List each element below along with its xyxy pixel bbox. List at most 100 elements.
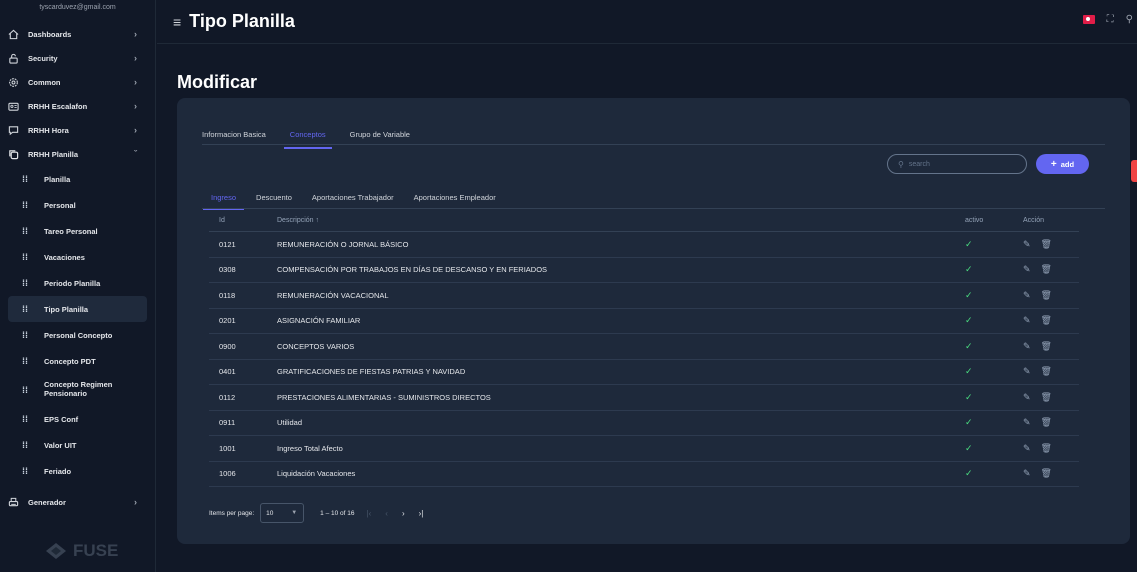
edit-icon[interactable]: ✎ — [1023, 290, 1031, 301]
sidebar-item-label: RRHH Planilla — [28, 149, 79, 159]
trash-icon[interactable]: 🗑 — [1041, 392, 1052, 403]
grid-icon: ⁞⁞ — [22, 440, 28, 450]
copy-icon — [6, 147, 20, 161]
trash-icon[interactable]: 🗑 — [1041, 239, 1052, 250]
table-row: 0911 Utilidad ✓ ✎ 🗑 — [209, 411, 1079, 436]
sidebar-item-rrhh-hora[interactable]: RRHH Hora › — [0, 118, 155, 142]
sidebar-subitem-concepto-regimen[interactable]: ⁞⁞ Concepto Regimen Pensionario — [8, 374, 147, 406]
chevron-right-icon: › — [134, 101, 137, 111]
edit-icon[interactable]: ✎ — [1023, 468, 1031, 479]
sidebar-subitem-label: Feriado — [44, 466, 72, 476]
tab-conceptos[interactable]: Conceptos — [283, 130, 332, 149]
search-icon[interactable]: ⚲ — [1126, 14, 1133, 25]
table-row: 0121 REMUNERACIÓN O JORNAL BÁSICO ✓ ✎ 🗑 — [209, 232, 1079, 258]
settings-drawer-tab[interactable] — [1131, 160, 1137, 182]
table-row: 0201 ASIGNACIÓN FAMILIAR ✓ ✎ 🗑 — [209, 309, 1079, 334]
column-header-id[interactable]: Id — [209, 217, 277, 224]
check-icon: ✓ — [965, 264, 973, 275]
chevron-right-icon: › — [134, 29, 137, 39]
edit-icon[interactable]: ✎ — [1023, 239, 1031, 250]
cell-id: 0900 — [219, 341, 236, 351]
cell-descripcion: Utilidad — [277, 418, 303, 428]
sidebar-item-generador[interactable]: Generador › — [0, 490, 155, 514]
fullscreen-icon[interactable]: ⛶ — [1107, 14, 1114, 25]
sidebar-item-common[interactable]: Common › — [0, 70, 155, 94]
sidebar-subitem-concepto-pdt[interactable]: ⁞⁞ Concepto PDT — [8, 348, 147, 374]
column-header-activo[interactable]: activo — [965, 217, 1023, 224]
check-icon: ✓ — [965, 366, 973, 377]
sidebar-subitem-feriado[interactable]: ⁞⁞ Feriado — [8, 458, 147, 484]
topbar: ≡ Tipo Planilla ⛶ ⚲ — [157, 0, 1137, 44]
edit-icon[interactable]: ✎ — [1023, 417, 1031, 428]
sidebar: tyscarduvez@gmail.com Dashboards › Secur… — [0, 0, 156, 572]
sidebar-item-rrhh-escalafon[interactable]: RRHH Escalafon › — [0, 94, 155, 118]
last-page-icon[interactable]: ›| — [419, 509, 424, 518]
chat-icon — [6, 123, 20, 137]
grid-icon: ⁞⁞ — [22, 200, 28, 210]
tab-grupo-variable[interactable]: Grupo de Variable — [350, 130, 410, 149]
trash-icon[interactable]: 🗑 — [1041, 468, 1052, 479]
trash-icon[interactable]: 🗑 — [1041, 366, 1052, 377]
grid-icon: ⁞⁞ — [22, 174, 28, 184]
page-size-select[interactable]: 10 ▼ — [260, 503, 305, 523]
chevron-down-icon: ▼ — [291, 510, 298, 516]
main-tabs: Informacion Basica Conceptos Grupo de Va… — [202, 130, 410, 149]
edit-icon[interactable]: ✎ — [1023, 392, 1031, 403]
search-icon: ⚲ — [898, 159, 904, 169]
gear-icon — [6, 75, 20, 89]
cell-id: 0911 — [219, 418, 236, 428]
trash-icon[interactable]: 🗑 — [1041, 417, 1052, 428]
grid-icon: ⁞⁞ — [22, 356, 28, 366]
edit-icon[interactable]: ✎ — [1023, 264, 1031, 275]
sidebar-item-label: Security — [28, 53, 58, 63]
table-row: 0112 PRESTACIONES ALIMENTARIAS - SUMINIST… — [209, 385, 1079, 411]
language-flag-icon[interactable] — [1082, 15, 1095, 24]
sidebar-subitem-periodo-planilla[interactable]: ⁞⁞ Periodo Planilla — [8, 270, 147, 296]
tab-informacion-basica[interactable]: Informacion Basica — [202, 130, 266, 149]
column-header-descripcion[interactable]: Descripción ↑ — [277, 217, 965, 224]
sidebar-subitem-tipo-planilla[interactable]: ⁞⁞ Tipo Planilla — [8, 296, 147, 322]
items-per-page-label: Items per page: — [209, 509, 255, 517]
trash-icon[interactable]: 🗑 — [1041, 443, 1052, 454]
sidebar-item-dashboards[interactable]: Dashboards › — [0, 22, 155, 46]
chevron-right-icon: › — [134, 497, 137, 507]
menu-icon[interactable]: ≡ — [173, 14, 181, 30]
sidebar-subitem-label: Tipo Planilla — [44, 304, 89, 314]
sidebar-subitem-vacaciones[interactable]: ⁞⁞ Vacaciones — [8, 244, 147, 270]
sidebar-subitem-label: Vacaciones — [44, 252, 85, 262]
table-header-row: Id Descripción ↑ activo Acción — [209, 210, 1079, 232]
add-button[interactable]: + add — [1036, 154, 1089, 174]
sidebar-subitem-label: Periodo Planilla — [44, 278, 101, 288]
sidebar-subitem-planilla[interactable]: ⁞⁞ Planilla — [8, 166, 147, 192]
sidebar-item-security[interactable]: Security › — [0, 46, 155, 70]
chevron-down-icon: ˇ — [134, 149, 137, 159]
check-icon: ✓ — [965, 289, 973, 300]
grid-icon: ⁞⁞ — [22, 384, 28, 395]
prev-page-icon[interactable]: ‹ — [385, 509, 388, 518]
cell-id: 0118 — [219, 290, 236, 300]
sidebar-item-label: Common — [28, 77, 61, 87]
trash-icon[interactable]: 🗑 — [1041, 290, 1052, 301]
check-icon: ✓ — [965, 315, 973, 326]
edit-icon[interactable]: ✎ — [1023, 366, 1031, 377]
edit-icon[interactable]: ✎ — [1023, 443, 1031, 454]
table-row: 0118 REMUNERACIÓN VACACIONAL ✓ ✎ 🗑 — [209, 283, 1079, 309]
sidebar-subitem-tareo-personal[interactable]: ⁞⁞ Tareo Personal — [8, 218, 147, 244]
trash-icon[interactable]: 🗑 — [1041, 315, 1052, 326]
sidebar-subitem-personal[interactable]: ⁞⁞ Personal — [8, 192, 147, 218]
cell-descripcion: REMUNERACIÓN O JORNAL BÁSICO — [277, 239, 409, 249]
sidebar-subitem-eps-conf[interactable]: ⁞⁞ EPS Conf — [8, 406, 147, 432]
sidebar-subitem-personal-concepto[interactable]: ⁞⁞ Personal Concepto — [8, 322, 147, 348]
trash-icon[interactable]: 🗑 — [1041, 341, 1052, 352]
next-page-icon[interactable]: › — [402, 509, 405, 518]
grid-icon: ⁞⁞ — [22, 252, 28, 262]
edit-icon[interactable]: ✎ — [1023, 341, 1031, 352]
sidebar-item-label: RRHH Hora — [28, 125, 69, 135]
trash-icon[interactable]: 🗑 — [1041, 264, 1052, 275]
first-page-icon[interactable]: |‹ — [367, 509, 372, 518]
table-row: 0308 COMPENSACIÓN POR TRABAJOS EN DÍAS DE… — [209, 258, 1079, 283]
search-input[interactable]: ⚲ search — [887, 154, 1027, 174]
edit-icon[interactable]: ✎ — [1023, 315, 1031, 326]
sidebar-subitem-valor-uit[interactable]: ⁞⁞ Valor UIT — [8, 432, 147, 458]
sidebar-item-rrhh-planilla[interactable]: RRHH Planilla ˇ — [0, 142, 155, 166]
